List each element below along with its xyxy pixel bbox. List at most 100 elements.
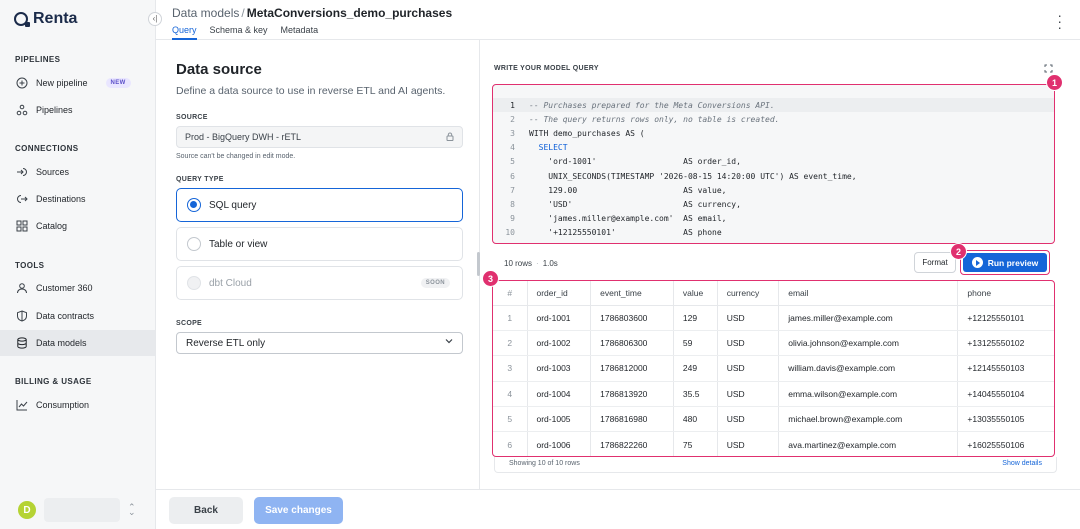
- source-field: Prod - BigQuery DWH - rETL: [176, 126, 463, 148]
- format-button[interactable]: Format: [914, 252, 956, 273]
- destination-arrow-icon: [16, 193, 28, 205]
- sidebar-item-label: New pipeline: [36, 78, 88, 88]
- table-cell: james.miller@example.com: [778, 305, 959, 331]
- table-cell: USD: [717, 381, 780, 408]
- column-header[interactable]: event_time: [590, 281, 674, 306]
- breadcrumb-parent-link[interactable]: Data models: [172, 6, 239, 20]
- data-source-title: Data source: [176, 61, 262, 78]
- section-title-connections: CONNECTIONS: [15, 144, 79, 153]
- table-cell: ava.martinez@example.com: [778, 431, 959, 456]
- collapse-sidebar-button[interactable]: ‹|: [148, 12, 162, 26]
- chevron-down-icon: [444, 336, 454, 348]
- user-menu[interactable]: D ⌃ ⌄: [18, 498, 136, 522]
- row-index: 6: [493, 431, 528, 456]
- option-label: dbt Cloud: [209, 277, 252, 289]
- play-icon: [971, 257, 983, 268]
- line-number: 5: [510, 157, 515, 167]
- sidebar-item-label: Data contracts: [36, 311, 95, 321]
- table-cell: 1786803600: [590, 305, 674, 331]
- sidebar-item-data-contracts[interactable]: Data contracts: [0, 303, 155, 329]
- option-label: Table or view: [209, 238, 268, 250]
- code-line: 5 'ord-1001' AS order_id,: [493, 155, 1054, 169]
- plus-circle-icon: [16, 77, 28, 89]
- code-text: -- The query returns rows only, no table…: [529, 114, 780, 124]
- code-line: 2 -- The query returns rows only, no tab…: [493, 112, 1054, 126]
- table-cell: +13125550102: [957, 330, 1054, 357]
- table-cell: 35.5: [673, 381, 718, 408]
- column-header[interactable]: value: [673, 281, 718, 306]
- table-cell: 1786816980: [590, 406, 674, 433]
- back-button[interactable]: Back: [169, 497, 243, 524]
- sidebar-item-label: Catalog: [36, 221, 68, 231]
- panel-resize-handle[interactable]: [477, 252, 480, 276]
- code-text: SELECT: [529, 143, 568, 153]
- sidebar-item-customer-360[interactable]: Customer 360: [0, 275, 155, 301]
- query-type-table-option[interactable]: Table or view: [176, 227, 463, 261]
- breadcrumb: Data models / MetaConversions_demo_purchas…: [172, 6, 452, 20]
- code-text: UNIX_SECONDS(TIMESTAMP '2026-08-15 14:20…: [529, 171, 857, 181]
- database-icon: [16, 337, 28, 349]
- sidebar-item-consumption[interactable]: Consumption: [0, 392, 155, 418]
- table-cell: ord-1002: [527, 330, 592, 357]
- sidebar-item-sources[interactable]: Sources: [0, 159, 155, 185]
- table-cell: 1786822260: [590, 431, 674, 456]
- row-index: 2: [493, 330, 528, 357]
- code-line: 8 'USD' AS currency,: [493, 197, 1054, 211]
- table-cell: ord-1004: [527, 381, 592, 408]
- sidebar-item-new-pipeline[interactable]: New pipeline NEW: [0, 70, 155, 96]
- results-summary: 10 rows · 1.0s: [504, 259, 558, 268]
- table-cell: 1786812000: [590, 355, 674, 382]
- column-header[interactable]: phone: [957, 281, 1054, 306]
- save-changes-button[interactable]: Save changes: [254, 497, 343, 524]
- table-cell: +12125550101: [957, 305, 1054, 331]
- section-title-pipelines: PIPELINES: [15, 55, 61, 64]
- query-type-dbt-option: dbt Cloud SOON: [176, 266, 463, 300]
- table-cell: +16025550106: [957, 431, 1054, 456]
- sql-editor[interactable]: 1 -- Purchases prepared for the Meta Con…: [492, 84, 1055, 244]
- logo[interactable]: Renta: [14, 10, 77, 28]
- tab-metadata[interactable]: Metadata: [281, 25, 319, 40]
- query-type-sql-option[interactable]: SQL query: [176, 188, 463, 222]
- line-number: 7: [510, 185, 515, 195]
- code-line: 6 UNIX_SECONDS(TIMESTAMP '2026-08-15 14:…: [493, 169, 1054, 183]
- radio-checked[interactable]: [187, 198, 201, 212]
- column-header[interactable]: order_id: [527, 281, 592, 306]
- table-cell: 1786806300: [590, 330, 674, 357]
- sidebar-item-data-models[interactable]: Data models: [0, 330, 155, 356]
- sidebar-item-destinations[interactable]: Destinations: [0, 186, 155, 212]
- chevron-updown-icon: ⌃ ⌄: [128, 502, 136, 517]
- query-duration: 1.0s: [542, 259, 558, 268]
- table-cell: +13035550105: [957, 406, 1054, 433]
- code-text: 'james.miller@example.com' AS email,: [529, 214, 727, 224]
- table-cell: USD: [717, 330, 780, 357]
- run-preview-button[interactable]: Run preview: [963, 253, 1047, 272]
- shield-icon: [16, 310, 28, 322]
- callout-marker: 2: [950, 243, 967, 260]
- scope-label: SCOPE: [176, 320, 203, 327]
- column-header[interactable]: email: [778, 281, 959, 306]
- sidebar-item-catalog[interactable]: Catalog: [0, 213, 155, 239]
- scope-value: Reverse ETL only: [186, 338, 266, 349]
- query-type-label: QUERY TYPE: [176, 176, 224, 183]
- code-line: 7 129.00 AS value,: [493, 183, 1054, 197]
- code-text: -- Purchases prepared for the Meta Conve…: [529, 100, 775, 110]
- radio-disabled: [187, 276, 201, 290]
- source-label: SOURCE: [176, 114, 208, 121]
- user-name-redacted: [44, 498, 120, 522]
- show-details-link[interactable]: Show details: [1002, 460, 1042, 467]
- row-index: 4: [493, 381, 528, 408]
- code-text: 'ord-1001' AS order_id,: [529, 157, 741, 167]
- code-line: 1 -- Purchases prepared for the Meta Con…: [493, 98, 1054, 113]
- column-header[interactable]: currency: [717, 281, 780, 306]
- tab-query[interactable]: Query: [172, 25, 197, 40]
- table-footer: Showing 10 of 10 rows Show details: [494, 457, 1057, 473]
- scope-select[interactable]: Reverse ETL only: [176, 332, 463, 354]
- tab-schema-key[interactable]: Schema & key: [210, 25, 268, 40]
- sidebar-item-pipelines[interactable]: Pipelines: [0, 97, 155, 123]
- radio-unchecked[interactable]: [187, 237, 201, 251]
- row-index: 1: [493, 305, 528, 331]
- table-row: 5 ord-1005 1786816980 480 USD michael.br…: [493, 406, 1054, 433]
- source-value: Prod - BigQuery DWH - rETL: [185, 132, 302, 142]
- code-line: 4 SELECT: [493, 141, 1054, 155]
- more-options-icon[interactable]: · · ·: [1057, 8, 1062, 34]
